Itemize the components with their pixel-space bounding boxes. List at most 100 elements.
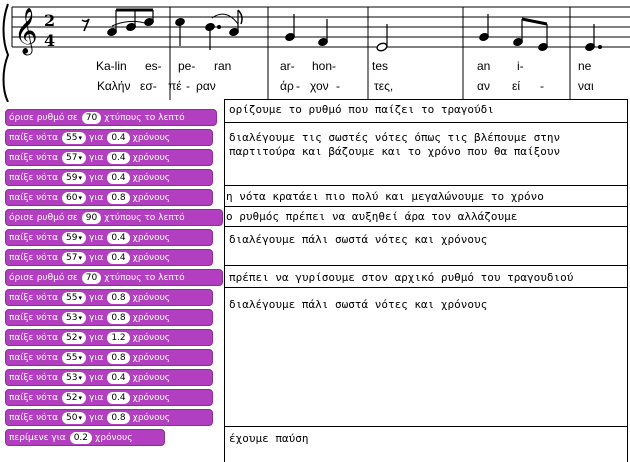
block-label: παίξε νότα — [9, 412, 59, 423]
notes-measure-2 — [175, 9, 243, 50]
beats-input[interactable]: 0.4 — [107, 171, 130, 184]
lyric-latin: ran — [214, 59, 232, 73]
block-label: χρόνους — [132, 312, 171, 323]
block-label: περίμενε για — [9, 432, 66, 443]
play-note-block[interactable]: παίξε νότα 57 για 0.4 χρόνους — [5, 249, 213, 266]
note-dropdown[interactable]: 50 — [62, 411, 86, 424]
play-note-block[interactable]: παίξε νότα 53 για 0.4 χρόνους — [5, 369, 213, 386]
block-label: χρόνους — [95, 432, 133, 443]
block-label: παίξε νότα — [9, 232, 59, 243]
block-label: χρόνους — [132, 372, 171, 383]
beats-input[interactable]: 0.4 — [107, 371, 130, 384]
play-note-block[interactable]: παίξε νότα 55 για 0.4 χρόνους — [5, 129, 213, 146]
note-dropdown[interactable]: 57 — [62, 151, 86, 164]
set-tempo-block[interactable]: όρισε ρυθμό σε 70 χτύπους το λεπτό — [5, 109, 217, 126]
block-label: χρόνους — [132, 132, 171, 143]
lyric-latin: ne — [578, 59, 592, 73]
block-label: χρόνους — [132, 332, 171, 343]
block-label: χρόνους — [132, 252, 171, 263]
lyric-latin: i- — [517, 59, 524, 73]
block-label: χρόνους — [132, 232, 171, 243]
lyric-greek: - — [336, 79, 340, 93]
wait-input[interactable]: 0.2 — [69, 431, 93, 444]
block-label: χρόνους — [132, 352, 171, 363]
block-label: παίξε νότα — [9, 292, 59, 303]
time-signature-bottom: 4 — [44, 31, 55, 50]
play-note-block[interactable]: παίξε νότα 57 για 0.4 χρόνους — [5, 149, 213, 166]
notes-measure-5 — [479, 14, 548, 51]
play-note-block[interactable]: παίξε νότα 59 για 0.4 χρόνους — [5, 229, 213, 246]
lyric-latin: ar- — [280, 59, 295, 73]
table-border-left — [224, 99, 225, 462]
tempo-input[interactable]: 90 — [81, 211, 102, 224]
block-label: χτύπους το λεπτό — [104, 272, 185, 283]
note-dropdown[interactable]: 55 — [62, 131, 86, 144]
play-note-block[interactable]: παίξε νότα 59 για 0.4 χρόνους — [5, 169, 213, 186]
notes-measure-4 — [376, 24, 388, 52]
table-row-divider — [224, 265, 628, 266]
beats-input[interactable]: 0.4 — [107, 131, 130, 144]
tempo-input[interactable]: 70 — [81, 271, 102, 284]
note-dropdown[interactable]: 59 — [62, 171, 86, 184]
block-label: παίξε νότα — [9, 392, 59, 403]
wait-block[interactable]: περίμενε για 0.2 χρόνους — [5, 429, 165, 446]
block-label: για — [89, 132, 104, 143]
beats-input[interactable]: 0.8 — [107, 351, 130, 364]
block-label: για — [89, 292, 104, 303]
beats-input[interactable]: 0.4 — [107, 151, 130, 164]
play-note-block[interactable]: παίξε νότα 52 για 1.2 χρόνους — [5, 329, 213, 346]
beats-input[interactable]: 0.4 — [107, 251, 130, 264]
note-dropdown[interactable]: 55 — [62, 291, 86, 304]
block-label: παίξε νότα — [9, 372, 59, 383]
play-note-block[interactable]: παίξε νότα 60 για 0.8 χρόνους — [5, 189, 213, 206]
block-label: για — [89, 172, 104, 183]
lyric-greek: εί — [512, 79, 521, 93]
note-row: πρέπει να γυρίσουμε στον αρχικό ρυθμό το… — [229, 271, 574, 284]
tempo-input[interactable]: 70 — [81, 111, 102, 124]
table-row-divider — [224, 226, 628, 227]
block-label: για — [89, 372, 104, 383]
block-label: χρόνους — [132, 152, 171, 163]
beats-input[interactable]: 0.4 — [107, 391, 130, 404]
note-row: διαλέγουμε πάλι σωστά νότες και χρόνους — [229, 233, 488, 246]
set-tempo-block[interactable]: όρισε ρυθμό σε 90 χτύπους το λεπτό — [5, 209, 223, 226]
beats-input[interactable]: 0.4 — [107, 231, 130, 244]
set-tempo-block[interactable]: όρισε ρυθμό σε 70 χτύπους το λεπτό — [5, 269, 223, 286]
note-dropdown[interactable]: 57 — [62, 251, 86, 264]
lyric-greek: τες, — [374, 79, 394, 93]
notes-measure-6 — [585, 24, 602, 51]
note-dropdown[interactable]: 55 — [62, 351, 86, 364]
note-dropdown[interactable]: 52 — [62, 331, 86, 344]
treble-clef-icon: 𝄞 — [14, 8, 38, 56]
lyric-latin: tes — [372, 59, 389, 73]
note-dropdown[interactable]: 53 — [62, 371, 86, 384]
note-dropdown[interactable]: 52 — [62, 391, 86, 404]
beats-input[interactable]: 1.2 — [107, 331, 130, 344]
lyric-greek: χον — [310, 79, 329, 93]
play-note-block[interactable]: παίξε νότα 55 για 0.8 χρόνους — [5, 289, 213, 306]
block-label: για — [89, 232, 104, 243]
block-label: για — [89, 352, 104, 363]
lyric-greek: ραν — [196, 79, 216, 93]
beats-input[interactable]: 0.8 — [107, 411, 130, 424]
play-note-block[interactable]: παίξε νότα 50 για 0.8 χρόνους — [5, 409, 213, 426]
block-label: για — [89, 392, 104, 403]
block-label: χρόνους — [132, 292, 171, 303]
beats-input[interactable]: 0.8 — [107, 191, 130, 204]
block-label: χρόνους — [132, 392, 171, 403]
beats-input[interactable]: 0.8 — [107, 311, 130, 324]
play-note-block[interactable]: παίξε νότα 52 για 0.4 χρόνους — [5, 389, 213, 406]
note-dropdown[interactable]: 59 — [62, 231, 86, 244]
note-dropdown[interactable]: 60 — [62, 191, 86, 204]
beats-input[interactable]: 0.8 — [107, 291, 130, 304]
block-label: παίξε νότα — [9, 152, 59, 163]
notes-measure-3 — [285, 14, 328, 46]
block-label: όρισε ρυθμό σε — [9, 272, 78, 283]
play-note-block[interactable]: παίξε νότα 53 για 0.8 χρόνους — [5, 309, 213, 326]
lyric-latin: an — [477, 59, 491, 73]
block-label: χρόνους — [132, 172, 171, 183]
note-dropdown[interactable]: 53 — [62, 311, 86, 324]
table-row-divider — [224, 287, 628, 288]
play-note-block[interactable]: παίξε νότα 55 για 0.8 χρόνους — [5, 349, 213, 366]
lyric-greek: άρ — [280, 79, 294, 93]
